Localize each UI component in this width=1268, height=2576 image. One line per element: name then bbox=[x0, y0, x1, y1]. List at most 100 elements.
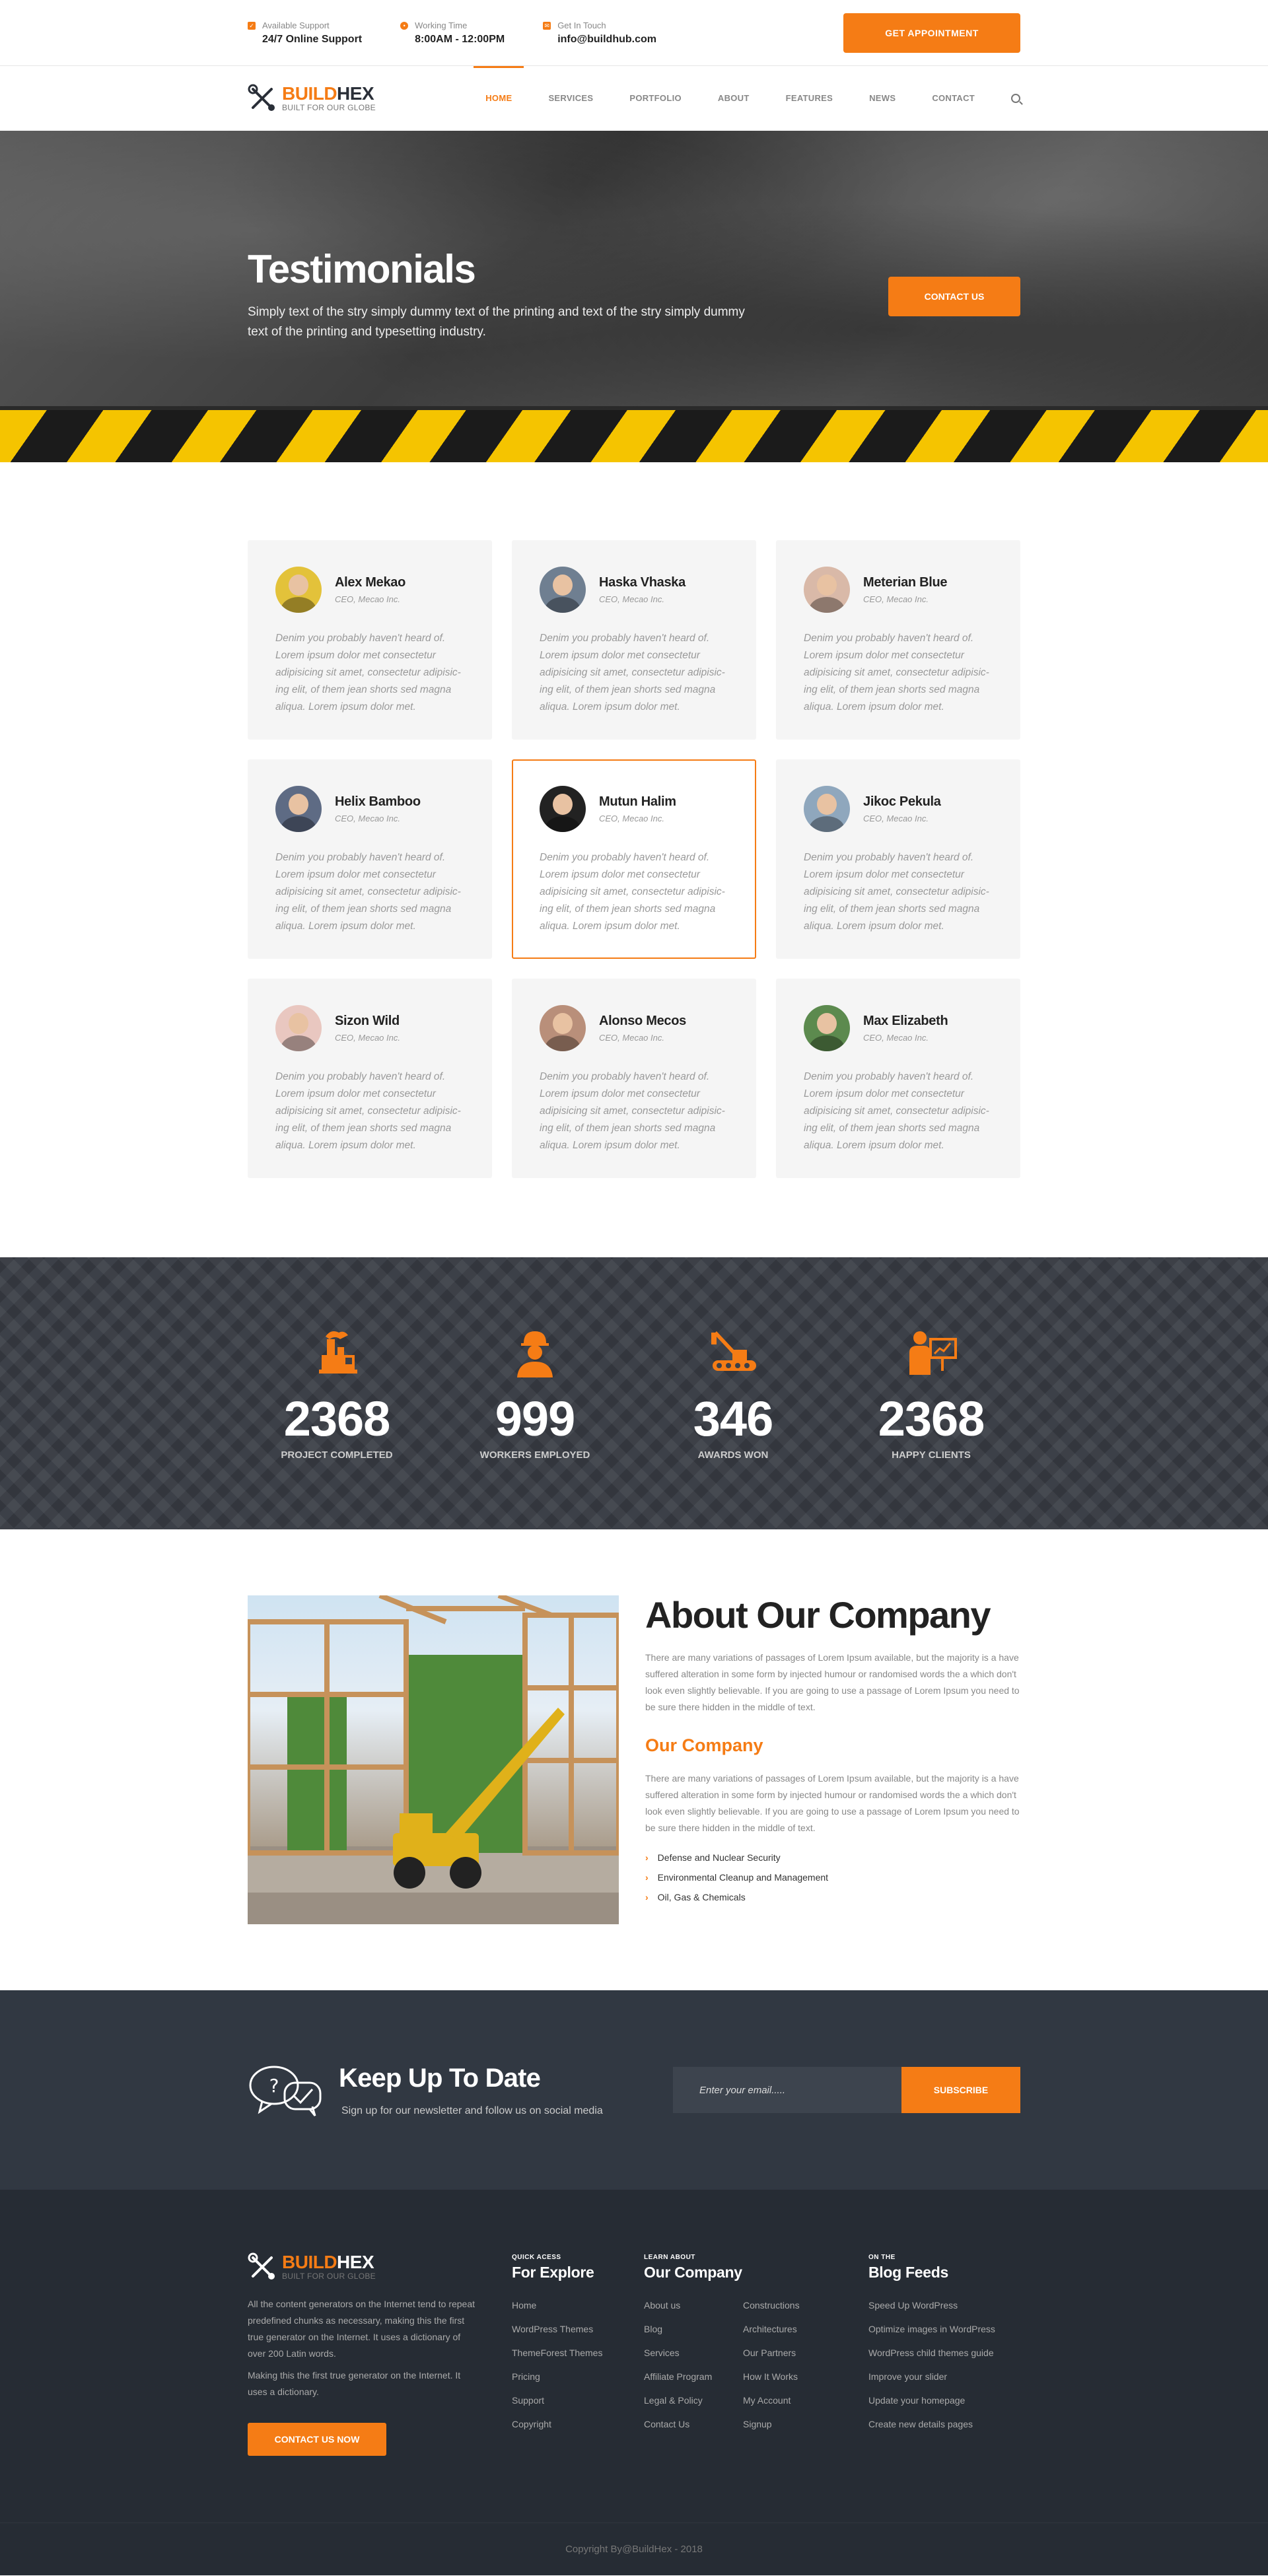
footer-link[interactable]: Update your homepage bbox=[868, 2395, 1020, 2406]
column-title: Our Company bbox=[644, 2264, 742, 2281]
stat-projects: 2368 PROJECT COMPLETED bbox=[274, 1323, 400, 1461]
brand-name: BUILDHEX bbox=[282, 2252, 374, 2272]
nav-home[interactable]: HOME bbox=[474, 66, 524, 131]
column-eyebrow: QUICK ACESS bbox=[512, 2254, 561, 2261]
footer-link[interactable]: About us bbox=[644, 2300, 743, 2311]
footer-link[interactable]: How It Works bbox=[743, 2371, 842, 2382]
testimonial-name: Mutun Halim bbox=[599, 794, 676, 809]
footer-link[interactable]: Support bbox=[512, 2395, 617, 2406]
email-input[interactable] bbox=[673, 2067, 901, 2113]
brand-tagline: BUILT FOR OUR GLOBE bbox=[282, 2272, 376, 2281]
subscribe-button[interactable]: SUBSCRIBE bbox=[901, 2067, 1020, 2113]
crane-icon bbox=[711, 1331, 756, 1371]
testimonial-card[interactable]: Mutun Halim CEO, Mecao Inc. Denim you prob… bbox=[512, 759, 756, 959]
nav-menu: HOME SERVICES PORTFOLIO ABOUT FEATURES N… bbox=[449, 66, 1020, 131]
column-eyebrow: LEARN ABOUT bbox=[644, 2254, 695, 2261]
nav-services[interactable]: SERVICES bbox=[548, 66, 593, 131]
about-list: › Defense and Nuclear Security › Environme… bbox=[645, 1852, 1020, 1902]
hours-label: Working Time bbox=[415, 20, 468, 30]
tools-logo-icon bbox=[248, 84, 275, 111]
footer-link[interactable]: Signup bbox=[743, 2419, 842, 2429]
stat-label: PROJECT COMPLETED bbox=[281, 1449, 393, 1461]
footer-link[interactable]: WordPress Themes bbox=[512, 2324, 617, 2334]
testimonial-card[interactable]: Meterian Blue CEO, Mecao Inc. Denim you pr… bbox=[776, 540, 1020, 740]
testimonial-card[interactable]: Helix Bamboo CEO, Mecao Inc. Denim you pro… bbox=[248, 759, 492, 959]
stat-value: 2368 bbox=[283, 1391, 391, 1446]
worker-icon bbox=[517, 1331, 553, 1377]
footer-link[interactable]: WordPress child themes guide bbox=[868, 2348, 1020, 2358]
footer-link[interactable]: Copyright bbox=[512, 2419, 617, 2429]
footer-link[interactable]: Speed Up WordPress bbox=[868, 2300, 1020, 2311]
footer-link[interactable]: Blog bbox=[644, 2324, 743, 2334]
check-icon: ✓ bbox=[248, 22, 256, 30]
nav-news[interactable]: NEWS bbox=[869, 66, 896, 131]
contact-email-link[interactable]: info@buildhub.com bbox=[557, 34, 656, 46]
nav-contact[interactable]: CONTACT bbox=[932, 66, 975, 131]
chevron-right-icon: › bbox=[645, 1852, 649, 1863]
avatar bbox=[804, 786, 850, 832]
testimonial-card[interactable]: Alex Mekao CEO, Mecao Inc. Denim you proba… bbox=[248, 540, 492, 740]
testimonial-role: CEO, Mecao Inc. bbox=[599, 814, 664, 823]
footer-about: BUILDHEX BUILT FOR OUR GLOBE All the con… bbox=[248, 2252, 512, 2456]
footer-link[interactable]: Affiliate Program bbox=[644, 2371, 743, 2382]
testimonial-text: Denim you probably haven't heard of. Lor… bbox=[804, 852, 989, 932]
testimonial-card[interactable]: Sizon Wild CEO, Mecao Inc. Denim you proba… bbox=[248, 979, 492, 1178]
column-eyebrow: ON THE bbox=[868, 2254, 896, 2261]
footer-description-2: Making this the first true generator on … bbox=[248, 2370, 461, 2397]
testimonial-card[interactable]: Alonso Mecos CEO, Mecao Inc. Denim you pro… bbox=[512, 979, 756, 1178]
construction-image bbox=[248, 1595, 619, 1924]
nav-about[interactable]: ABOUT bbox=[718, 66, 750, 131]
stat-clients: 2368 HAPPY CLIENTS bbox=[868, 1323, 994, 1461]
top-bar: ✓ Available Support 24/7 Online Support … bbox=[0, 0, 1268, 66]
footer-link[interactable]: Architectures bbox=[743, 2324, 842, 2334]
testimonial-card[interactable]: Max Elizabeth CEO, Mecao Inc. Denim you pr… bbox=[776, 979, 1020, 1178]
testimonial-card[interactable]: Jikoc Pekula CEO, Mecao Inc. Denim you pro… bbox=[776, 759, 1020, 959]
get-appointment-button[interactable]: GET APPOINTMENT bbox=[843, 13, 1020, 53]
footer-link[interactable]: Legal & Policy bbox=[644, 2395, 743, 2406]
avatar bbox=[540, 786, 586, 832]
presenter-icon bbox=[909, 1331, 957, 1375]
newsletter-form: SUBSCRIBE bbox=[673, 2067, 1020, 2113]
footer-link[interactable]: My Account bbox=[743, 2395, 842, 2406]
testimonial-name: Meterian Blue bbox=[863, 575, 948, 590]
support-info: ✓ Available Support 24/7 Online Support bbox=[248, 20, 362, 46]
footer-link[interactable]: Optimize images in WordPress bbox=[868, 2324, 1020, 2334]
footer-link[interactable]: Constructions bbox=[743, 2300, 842, 2311]
testimonial-text: Denim you probably haven't heard of. Lor… bbox=[275, 852, 461, 932]
testimonial-text: Denim you probably haven't heard of. Lor… bbox=[540, 1071, 725, 1151]
about-section: About Our Company There are many variati… bbox=[0, 1529, 1268, 1990]
search-icon[interactable] bbox=[1011, 94, 1020, 103]
hours-info: • Working Time 8:00AM - 12:00PM bbox=[400, 20, 505, 46]
about-paragraph-1: There are many variations of passages of… bbox=[645, 1652, 1020, 1712]
testimonial-role: CEO, Mecao Inc. bbox=[335, 594, 400, 604]
list-item: › Oil, Gas & Chemicals bbox=[645, 1892, 746, 1902]
footer-link[interactable]: Our Partners bbox=[743, 2348, 842, 2358]
blog-links: Speed Up WordPress Optimize images in Wo… bbox=[868, 2300, 1020, 2429]
testimonial-role: CEO, Mecao Inc. bbox=[599, 1033, 664, 1043]
nav-features[interactable]: FEATURES bbox=[786, 66, 833, 131]
testimonial-text: Denim you probably haven't heard of. Lor… bbox=[275, 633, 461, 713]
footer-link[interactable]: Contact Us bbox=[644, 2419, 743, 2429]
footer-link[interactable]: Pricing bbox=[512, 2371, 617, 2382]
testimonial-card[interactable]: Haska Vhaska CEO, Mecao Inc. Denim you pro… bbox=[512, 540, 756, 740]
stat-awards: 346 AWARDS WON bbox=[670, 1323, 796, 1461]
about-subtitle: Our Company bbox=[645, 1735, 763, 1755]
testimonial-text: Denim you probably haven't heard of. Lor… bbox=[540, 633, 725, 713]
footer-logo[interactable]: BUILDHEX BUILT FOR OUR GLOBE bbox=[248, 2252, 512, 2281]
footer-link[interactable]: Improve your slider bbox=[868, 2371, 1020, 2382]
support-value: 24/7 Online Support bbox=[262, 34, 363, 45]
footer-link[interactable]: ThemeForest Themes bbox=[512, 2348, 617, 2358]
footer-link[interactable]: Services bbox=[644, 2348, 743, 2358]
company-links: About us Blog Services Affiliate Program… bbox=[644, 2300, 743, 2443]
nav-portfolio[interactable]: PORTFOLIO bbox=[629, 66, 682, 131]
hero-banner: Testimonials Simply text of the stry sim… bbox=[0, 131, 1268, 462]
avatar bbox=[275, 567, 322, 613]
stat-label: WORKERS EMPLOYED bbox=[479, 1449, 590, 1461]
contact-us-button[interactable]: CONTACT US bbox=[888, 277, 1020, 316]
footer-link[interactable]: Create new details pages bbox=[868, 2419, 1020, 2429]
contact-us-now-button[interactable]: CONTACT US NOW bbox=[248, 2423, 386, 2456]
footer-link[interactable]: Home bbox=[512, 2300, 617, 2311]
explore-links: Home WordPress Themes ThemeForest Themes… bbox=[512, 2300, 617, 2429]
testimonial-text: Denim you probably haven't heard of. Lor… bbox=[804, 1071, 989, 1151]
logo[interactable]: BUILDHEX BUILT FOR OUR GLOBE bbox=[248, 84, 376, 113]
